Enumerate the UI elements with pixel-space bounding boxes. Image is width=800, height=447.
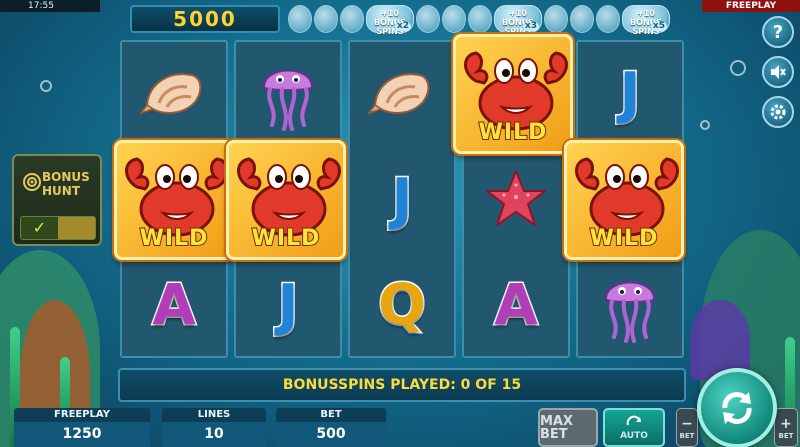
spin-icon (722, 392, 752, 424)
bonus-hunt-label: BONUS HUNT (42, 170, 90, 198)
freeplay-title: FREEPLAY (14, 408, 150, 422)
spin-button[interactable] (697, 368, 777, 447)
bubble (730, 60, 746, 76)
sound-off-icon (771, 65, 786, 79)
symbol-letter-a: A (120, 252, 228, 358)
bonus-spins-status: BONUSSPINS PLAYED: 0 OF 15 (118, 368, 686, 402)
milestone-multiplier: x5 (650, 21, 667, 31)
symbol-letter-q: Q (348, 252, 456, 358)
bet-panel: BET 500 (276, 408, 386, 447)
settings-icon (770, 104, 786, 120)
lines-value: 10 (162, 422, 266, 447)
help-button[interactable]: ? (762, 16, 794, 48)
letter-q: Q (377, 271, 428, 339)
wild-label: WILD (251, 225, 321, 252)
progress-coin (468, 5, 492, 33)
auto-icon (626, 415, 641, 425)
shell-icon (139, 73, 202, 115)
progress-coin (442, 5, 466, 33)
milestone-x3: +10 BONUS SPINS x3 (494, 5, 542, 36)
symbol-wild: WILD (226, 140, 346, 260)
symbol-letter-j: J (576, 40, 684, 146)
bet-plus-button[interactable]: + BET (774, 408, 798, 447)
plus-icon: + (780, 415, 792, 432)
auto-label: AUTO (620, 430, 648, 441)
symbol-wild: WILD (114, 140, 234, 260)
jellyfish-icon (262, 69, 314, 131)
symbol-jellyfish (234, 40, 342, 146)
symbol-letter-j: J (234, 252, 342, 358)
wild-label: WILD (478, 119, 548, 146)
letter-j: J (390, 165, 414, 233)
bubble (40, 80, 52, 92)
progress-coin (596, 5, 620, 33)
bonus-hunt-toggle[interactable]: ✓ (20, 216, 96, 240)
symbol-shell (348, 40, 456, 146)
bonus-progress-track: +10 BONUS SPINS x2 +10 BONUS SPINS x3 +1… (288, 5, 670, 36)
wild-label: WILD (589, 225, 659, 252)
freeplay-panel: FREEPLAY 1250 (14, 408, 150, 447)
lines-panel: LINES 10 (162, 408, 266, 447)
jellyfish-icon (604, 281, 656, 343)
milestone-multiplier: x2 (394, 21, 411, 31)
bet-minus-button[interactable]: − BET (676, 408, 698, 447)
milestone-multiplier: x3 (522, 21, 539, 31)
sound-button[interactable] (762, 56, 794, 88)
letter-a: A (493, 271, 539, 339)
wild-label: WILD (139, 225, 209, 252)
shell-icon (367, 73, 430, 115)
letter-j: J (276, 271, 300, 339)
bonus-hunt-panel[interactable]: BONUS HUNT ✓ (12, 154, 102, 246)
symbol-letter-a: A (462, 252, 570, 358)
target-icon (23, 173, 41, 191)
max-bet-button[interactable]: MAX BET (538, 408, 598, 447)
clock: 17:55 (0, 0, 100, 12)
progress-coin (314, 5, 338, 33)
starfish-icon (486, 170, 546, 226)
auto-button[interactable]: AUTO (603, 408, 665, 447)
letter-j: J (618, 59, 642, 127)
symbol-jellyfish (576, 252, 684, 358)
bet-title: BET (276, 408, 386, 422)
settings-button[interactable] (762, 96, 794, 128)
bet-value: 500 (276, 422, 386, 447)
bet-minus-label: BET (679, 431, 695, 440)
bet-plus-label: BET (778, 431, 794, 440)
progress-coin (288, 5, 312, 33)
symbol-wild: WILD (564, 140, 684, 260)
toggle-off (58, 217, 95, 239)
symbol-letter-j: J (348, 146, 456, 252)
progress-coin (544, 5, 568, 33)
letter-a: A (151, 271, 197, 339)
milestone-x2: +10 BONUS SPINS x2 (366, 5, 414, 36)
progress-coin (416, 5, 440, 33)
progress-coin (340, 5, 364, 33)
symbol-wild: WILD (453, 34, 573, 154)
milestone-x5: +10 BONUS SPINS x5 (622, 5, 670, 36)
toggle-on-check: ✓ (21, 217, 58, 239)
progress-coin (570, 5, 594, 33)
help-icon: ? (772, 21, 784, 43)
symbol-shell (120, 40, 228, 146)
bonus-counter: 5000 (130, 5, 280, 33)
lines-title: LINES (162, 408, 266, 422)
minus-icon: − (681, 415, 693, 432)
symbol-starfish (462, 146, 570, 252)
bubble (700, 120, 710, 130)
freeplay-value: 1250 (14, 422, 150, 447)
mode-badge: FREEPLAY (702, 0, 800, 12)
